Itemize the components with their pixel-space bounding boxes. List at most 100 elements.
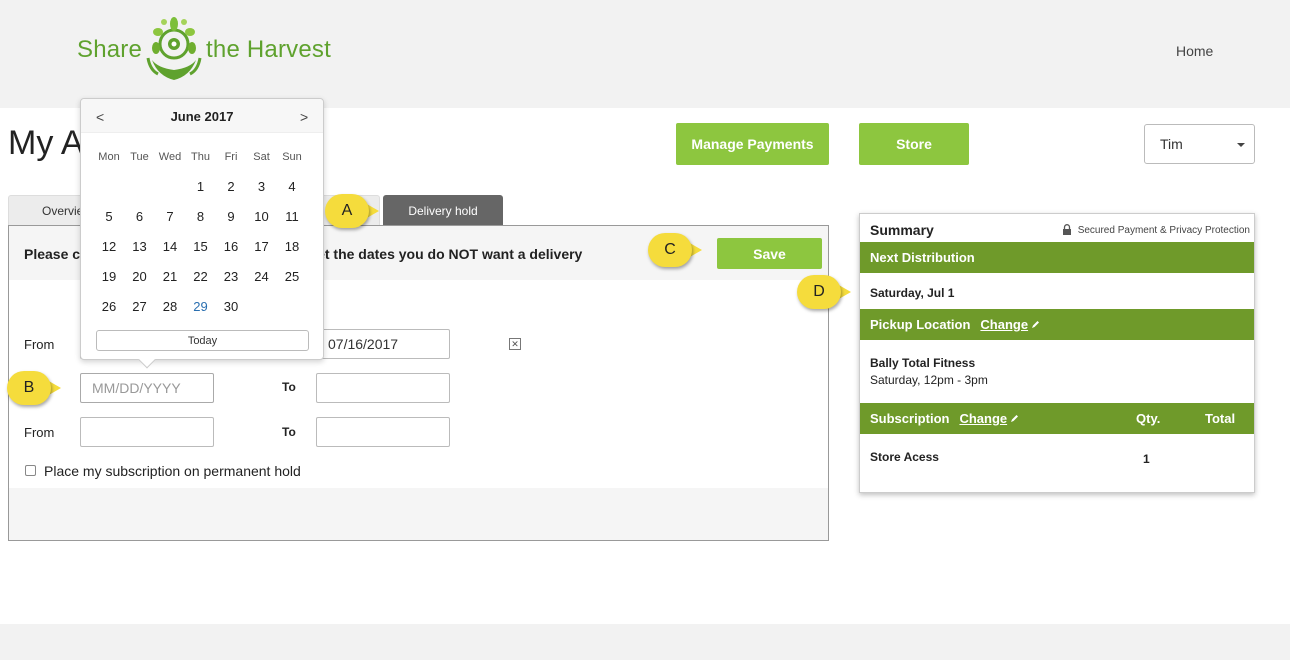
calendar-day[interactable]: 10 [247,209,277,224]
weekday-header: Mon [98,151,120,163]
pickup-location-label: Pickup Location [870,317,971,332]
change-pickup-label: Change [980,317,1029,332]
calendar-day[interactable]: 21 [155,269,185,284]
calendar-day[interactable]: 28 [155,299,185,314]
calendar-day[interactable]: 1 [186,179,216,194]
harvest-emblem-icon [146,17,202,80]
calendar-day[interactable]: 4 [277,179,307,194]
nav-home-link[interactable]: Home [1176,43,1213,59]
subscription-bar: Subscription Change Qty. Total [860,403,1254,434]
weekday-header: Sat [253,151,270,163]
datepicker-popup: < June 2017 > Mon Tue Wed Thu Fri Sat Sun 1 2 3 4 5… [80,98,324,369]
user-menu-select[interactable]: Tim [1144,124,1255,164]
change-subscription-link[interactable]: Change [959,411,1019,426]
calendar-day[interactable]: 3 [247,179,277,194]
weekday-header: Fri [224,151,238,163]
row3-to-label: To [282,425,296,439]
footer-strip [0,624,1290,660]
pencil-icon [1032,321,1040,328]
next-distribution-value: Saturday, Jul 1 [870,286,955,300]
summary-card: Summary Secured Payment & Privacy Protec… [859,213,1255,493]
weekday-header: Thu [191,151,210,163]
save-button[interactable]: Save [717,238,822,269]
brand-name-left: Share [77,36,143,63]
secure-notice: Secured Payment & Privacy Protection [1062,224,1250,236]
callout-c-label: C [648,233,692,267]
calendar-day-today[interactable]: 29 [186,299,216,314]
calendar-day[interactable]: 16 [216,239,246,254]
subscription-item-name: Store Acess [870,450,939,464]
clear-row-icon[interactable]: ✕ [509,338,521,350]
tab-delivery-hold[interactable]: Delivery hold [383,195,503,226]
calendar-day[interactable]: 13 [125,239,155,254]
calendar-day[interactable]: 15 [186,239,216,254]
calendar-day[interactable]: 18 [277,239,307,254]
row3-to-input[interactable] [316,417,450,447]
change-pickup-link[interactable]: Change [980,317,1040,332]
callout-d: D [797,275,851,309]
calendar-day[interactable]: 9 [216,209,246,224]
store-button[interactable]: Store [859,123,969,165]
callout-a: A [325,194,379,228]
row3-from-label: From [24,425,55,440]
manage-payments-button[interactable]: Manage Payments [676,123,829,165]
next-month-button[interactable]: > [300,109,308,125]
tab-delivery-hold-label: Delivery hold [408,203,478,218]
row2-from-input[interactable]: MM/DD/YYYY [80,373,214,403]
instruction-text-end: et the dates you do NOT want a delivery [317,246,583,262]
calendar-day[interactable]: 25 [277,269,307,284]
calendar-day[interactable]: 7 [155,209,185,224]
calendar-day[interactable]: 2 [216,179,246,194]
calendar-day[interactable]: 24 [247,269,277,284]
calendar-day[interactable]: 27 [125,299,155,314]
calendar-day[interactable]: 20 [125,269,155,284]
lock-icon [1062,224,1071,235]
pickup-time: Saturday, 12pm - 3pm [870,373,988,387]
calendar-day[interactable]: 22 [186,269,216,284]
row3-from-input[interactable] [80,417,214,447]
today-button[interactable]: Today [96,330,309,351]
permanent-hold-label: Place my subscription on permanent hold [44,463,301,479]
calendar-day[interactable]: 26 [94,299,124,314]
calendar-day[interactable]: 17 [247,239,277,254]
callout-b: B [7,371,61,405]
row1-to-input[interactable]: 07/16/2017 [316,329,450,359]
summary-title: Summary [870,222,934,238]
calendar-day[interactable]: 19 [94,269,124,284]
next-distribution-label: Next Distribution [870,250,975,265]
qty-header: Qty. [1136,411,1161,426]
row1-from-label: From [24,337,55,352]
calendar-day[interactable]: 5 [94,209,124,224]
caret-down-icon [1237,143,1245,147]
calendar-day[interactable]: 11 [277,209,307,224]
brand-logo[interactable]: Share the Harvest [77,14,331,86]
callout-b-label: B [7,371,51,405]
calendar-day[interactable]: 12 [94,239,124,254]
change-subscription-label: Change [959,411,1008,426]
calendar-day[interactable]: 8 [186,209,216,224]
callout-a-label: A [325,194,369,228]
callout-c: C [648,233,702,267]
secure-notice-text: Secured Payment & Privacy Protection [1077,224,1250,236]
weekday-header: Wed [158,151,182,163]
weekday-header: Tue [130,151,149,163]
calendar-day[interactable]: 6 [125,209,155,224]
user-menu-value: Tim [1160,136,1183,152]
pencil-icon [1011,415,1019,422]
subscription-item-qty: 1 [1143,452,1150,466]
pickup-location-bar: Pickup Location Change [860,309,1254,340]
calendar-day[interactable]: 14 [155,239,185,254]
next-distribution-bar: Next Distribution [860,242,1254,273]
calendar-header: < June 2017 > [81,99,323,133]
callout-d-label: D [797,275,841,309]
permanent-hold-checkbox[interactable] [25,465,36,476]
site-header: Share the Harvest Home [0,0,1290,108]
row2-to-label: To [282,380,296,394]
brand-name-right: the Harvest [206,36,331,63]
weekday-header: Sun [282,151,302,163]
calendar-day[interactable]: 30 [216,299,246,314]
total-header: Total [1205,411,1236,426]
calendar-day[interactable]: 23 [216,269,246,284]
row2-to-input[interactable] [316,373,450,403]
calendar-month-title[interactable]: June 2017 [81,109,323,124]
